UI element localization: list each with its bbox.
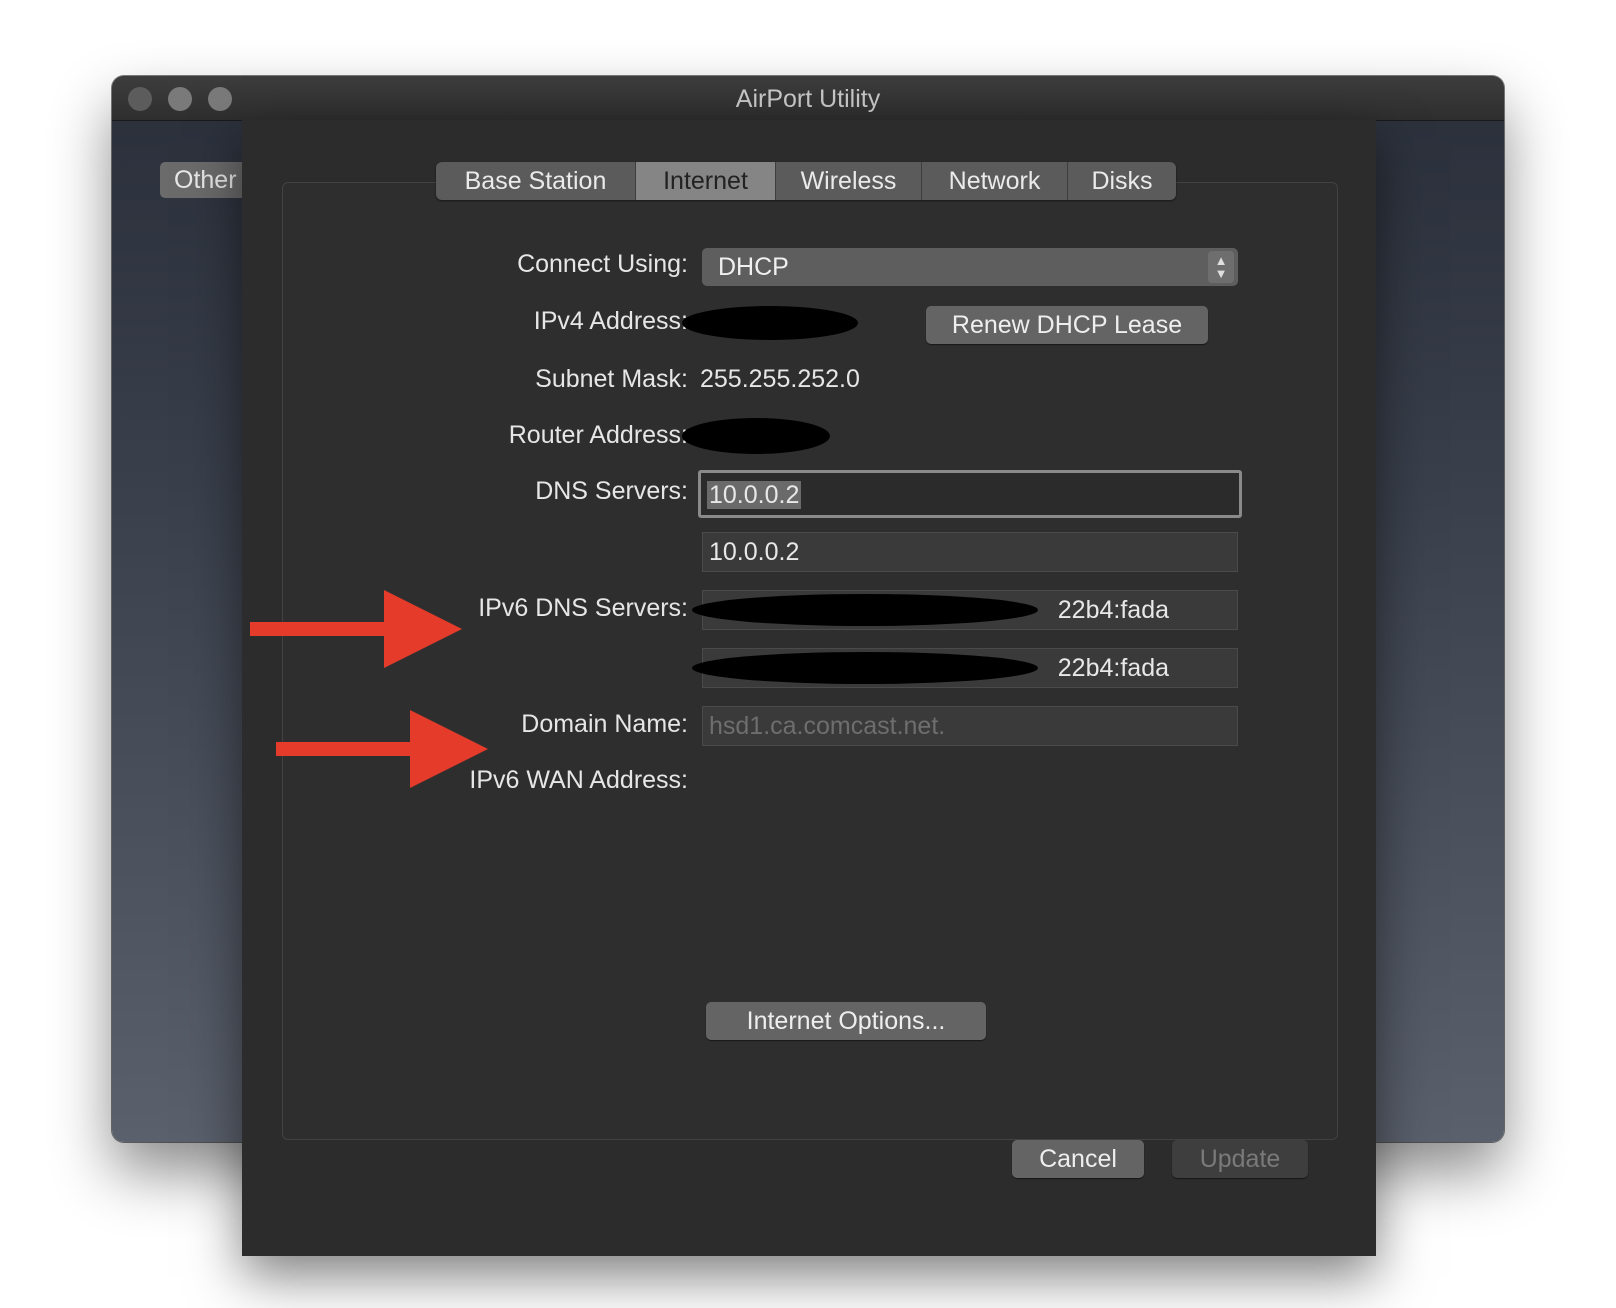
chevron-updown-icon: ▲ ▼ [1208, 251, 1234, 283]
redaction-mark [682, 418, 830, 454]
settings-sheet: Base Station Internet Wireless Network D… [242, 120, 1376, 1256]
connect-using-select[interactable]: DHCP ▲ ▼ [702, 248, 1238, 286]
router-address-label: Router Address: [508, 421, 688, 449]
tab-network[interactable]: Network [922, 162, 1068, 200]
ipv6-dns-server-1-suffix: 22b4:fada [1057, 596, 1169, 624]
tab-bar: Base Station Internet Wireless Network D… [436, 162, 1176, 200]
internet-options-button[interactable]: Internet Options... [706, 1002, 986, 1040]
connect-using-label: Connect Using: [517, 250, 688, 278]
dns-server-1-field[interactable]: 10.0.0.2 [698, 470, 1242, 518]
tab-disks[interactable]: Disks [1068, 162, 1176, 200]
domain-name-field[interactable]: hsd1.ca.comcast.net. [702, 706, 1238, 746]
window-title: AirPort Utility [735, 85, 881, 113]
dns-server-1-value: 10.0.0.2 [707, 481, 802, 509]
ipv6-dns-server-2-suffix: 22b4:fada [1057, 654, 1169, 682]
renew-dhcp-lease-button[interactable]: Renew DHCP Lease [926, 306, 1208, 344]
ipv6-wan-address-label: IPv6 WAN Address: [469, 766, 688, 794]
tab-internet[interactable]: Internet [636, 162, 776, 200]
other-button[interactable]: Other [160, 162, 250, 198]
red-arrow-icon [250, 590, 462, 668]
update-button[interactable]: Update [1172, 1140, 1308, 1178]
red-arrow-icon [276, 710, 488, 788]
tab-base-station[interactable]: Base Station [436, 162, 636, 200]
redaction-mark [692, 652, 1038, 684]
redaction-mark [692, 594, 1038, 626]
dns-server-2-field[interactable]: 10.0.0.2 [702, 532, 1238, 572]
redaction-mark [682, 306, 858, 340]
ipv6-dns-servers-label: IPv6 DNS Servers: [478, 594, 688, 622]
domain-name-label: Domain Name: [521, 710, 688, 738]
dns-servers-label: DNS Servers: [535, 477, 688, 505]
subnet-mask-value: 255.255.252.0 [700, 365, 860, 393]
ipv4-address-label: IPv4 Address: [533, 307, 688, 335]
connect-using-value: DHCP [718, 253, 789, 281]
cancel-button[interactable]: Cancel [1012, 1140, 1144, 1178]
tab-wireless[interactable]: Wireless [776, 162, 922, 200]
title-bar: AirPort Utility [112, 76, 1504, 121]
subnet-mask-label: Subnet Mask: [535, 365, 688, 393]
